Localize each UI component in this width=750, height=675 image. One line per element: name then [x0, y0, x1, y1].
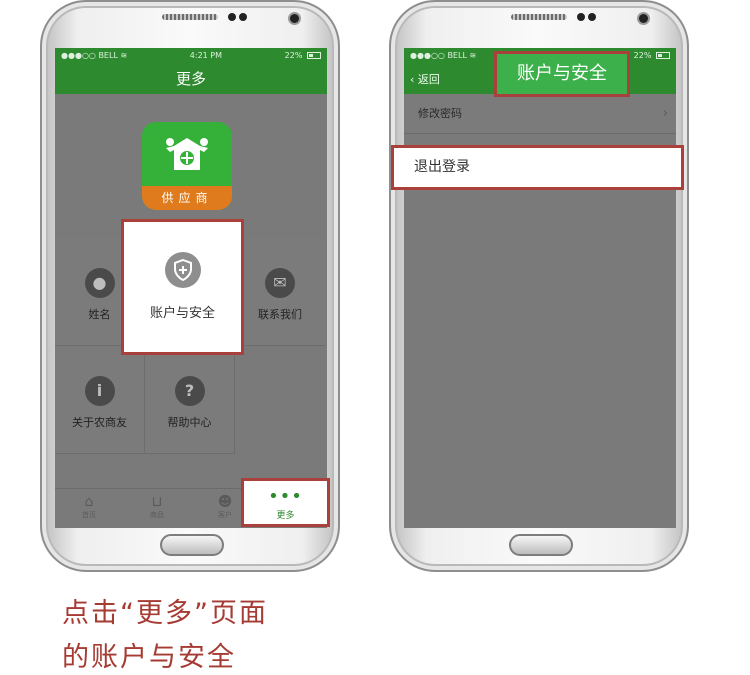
sensor-dot	[577, 13, 585, 21]
home-button[interactable]	[160, 534, 224, 556]
clock-text: 4:21 PM	[189, 50, 223, 60]
tab-home[interactable]: ⌂ 首页	[55, 489, 123, 528]
back-label: 返回	[417, 73, 440, 86]
grid-item-label: 关于农商友	[72, 416, 127, 429]
more-tab-highlight[interactable]: ••• 更多	[241, 478, 330, 527]
tab-label: 客户	[218, 511, 232, 519]
mail-icon: ✉	[265, 268, 295, 298]
list-item-label: 修改密码	[418, 107, 462, 120]
help-icon: ?	[174, 376, 205, 406]
battery-indicator: 22%	[634, 51, 670, 60]
app-logo: 供应商	[142, 122, 232, 210]
grid-item-contact[interactable]: ✉ 联系我们	[235, 238, 325, 346]
front-camera	[639, 14, 648, 23]
info-icon: i	[84, 376, 115, 406]
tab-label: 首页	[82, 511, 96, 519]
basket-icon: ⊔	[151, 494, 163, 510]
page-title-highlight: 账户与安全	[494, 51, 630, 97]
shield-plus-icon	[173, 259, 192, 281]
battery-icon	[307, 51, 321, 59]
grid-item-help[interactable]: ? 帮助中心	[145, 346, 235, 454]
chevron-left-icon: ‹	[410, 73, 415, 86]
status-bar: ●●●○○ BELL ≋ 4:21 PM 22%	[55, 48, 327, 62]
page-title: 更多	[175, 69, 206, 88]
carrier-text: ●●●○○ BELL ≋	[410, 50, 477, 60]
speaker-grille	[511, 14, 567, 20]
logout-label: 退出登录	[414, 159, 470, 175]
home-button[interactable]	[509, 534, 573, 556]
caption-line-2: 的账户与安全	[62, 642, 236, 673]
shield-icon	[164, 252, 201, 288]
logout-button[interactable]: 退出登录	[391, 145, 684, 190]
battery-indicator: 22%	[285, 51, 321, 60]
grid-item-about[interactable]: i 关于农商友	[55, 346, 145, 454]
speaker-grille	[162, 14, 218, 20]
carrier-text: ●●●○○ BELL ≋	[61, 50, 128, 60]
more-tab-label: 更多	[276, 511, 295, 521]
front-camera	[290, 14, 299, 23]
person-icon: ●	[84, 268, 115, 298]
account-security-label: 账户与安全	[149, 306, 215, 321]
tab-label: 商品	[150, 511, 164, 519]
account-security-highlight[interactable]: 账户与安全	[121, 219, 244, 355]
nav-bar: 更多	[55, 62, 327, 94]
more-dots-icon: •••	[268, 486, 303, 507]
caption-line-1: 点击“更多”页面	[62, 598, 268, 629]
chevron-right-icon: ›	[662, 106, 668, 121]
sensor-dot	[228, 13, 236, 21]
right-screen: ●●●○○ BELL ≋ 22% ‹ 返回 修改密码 ›	[404, 48, 676, 528]
house-logo-icon	[166, 138, 208, 170]
settings-list: 修改密码 ›	[404, 94, 676, 134]
sensor-dot	[588, 13, 596, 21]
page-title: 账户与安全	[517, 63, 607, 84]
grid-item-label: 帮助中心	[167, 416, 212, 429]
battery-text: 22%	[633, 50, 652, 60]
logo-caption: 供应商	[142, 186, 232, 210]
back-button[interactable]: ‹ 返回	[410, 71, 440, 87]
sensor-dot	[239, 13, 247, 21]
battery-text: 22%	[284, 50, 303, 60]
tab-products[interactable]: ⊔ 商品	[123, 489, 191, 528]
shop-icon: ⌂	[84, 494, 94, 510]
grid-item-label: 联系我们	[258, 308, 302, 321]
list-item-change-password[interactable]: 修改密码 ›	[404, 94, 676, 134]
battery-icon	[656, 51, 670, 59]
instruction-caption: 点击“更多”页面 的账户与安全	[62, 592, 268, 675]
